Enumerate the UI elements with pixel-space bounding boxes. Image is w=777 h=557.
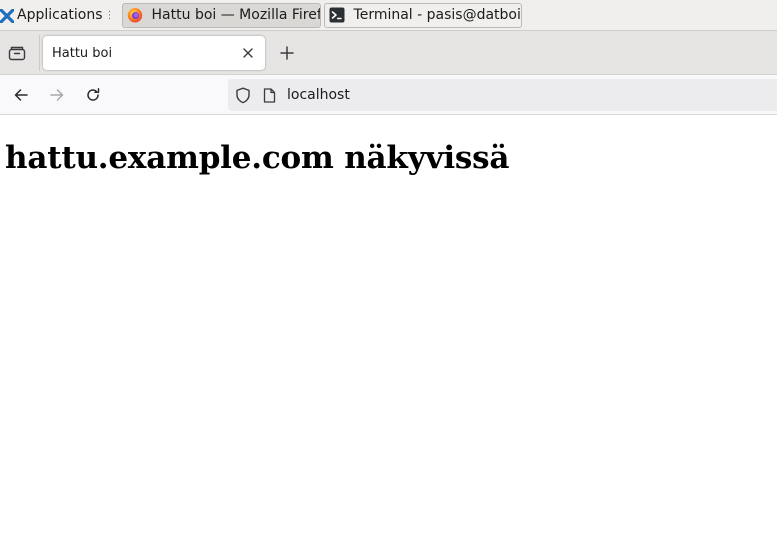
page-content: hattu.example.com näkyvissä	[0, 116, 777, 557]
reload-button[interactable]	[82, 84, 104, 106]
forward-button[interactable]	[46, 84, 68, 106]
url-text[interactable]: localhost	[287, 87, 350, 103]
task-terminal-label: Terminal - pasis@datboi-vi...	[353, 7, 521, 23]
applications-label: Applications	[17, 7, 103, 23]
firefox-icon	[127, 7, 143, 23]
tracking-protection-button[interactable]	[234, 86, 252, 104]
terminal-icon	[329, 7, 345, 23]
applications-menu[interactable]: Applications ⋮	[0, 0, 119, 31]
tab-separator	[39, 35, 40, 71]
desktop-panel: Applications ⋮ Hattu boi — Mozilla Firef…	[0, 0, 777, 31]
arrow-left-icon	[14, 89, 28, 101]
tab-active[interactable]: Hattu boi	[43, 36, 265, 70]
firefox-view-icon	[8, 46, 26, 61]
task-firefox-label: Hattu boi — Mozilla Firefox	[151, 7, 321, 23]
shield-icon	[236, 87, 250, 103]
close-icon	[243, 48, 253, 58]
firefox-view-button[interactable]	[6, 42, 28, 64]
navigation-toolbar: localhost	[0, 75, 777, 115]
reload-icon	[87, 88, 100, 101]
task-terminal[interactable]: Terminal - pasis@datboi-vi...	[323, 2, 522, 28]
xfce-icon	[0, 8, 15, 24]
panel-handle-icon: ⋮	[104, 9, 115, 21]
close-tab-button[interactable]	[239, 44, 257, 62]
address-bar[interactable]: localhost	[228, 79, 777, 111]
arrow-right-icon	[50, 89, 64, 101]
back-button[interactable]	[10, 84, 32, 106]
tab-title: Hattu boi	[52, 45, 113, 61]
new-tab-button[interactable]	[276, 42, 298, 64]
page-icon	[263, 87, 275, 103]
tab-strip: Hattu boi	[0, 31, 777, 75]
plus-icon	[280, 46, 294, 60]
page-heading: hattu.example.com näkyvissä	[5, 140, 510, 176]
page-info-button[interactable]	[261, 87, 277, 103]
task-firefox[interactable]: Hattu boi — Mozilla Firefox	[121, 2, 321, 28]
